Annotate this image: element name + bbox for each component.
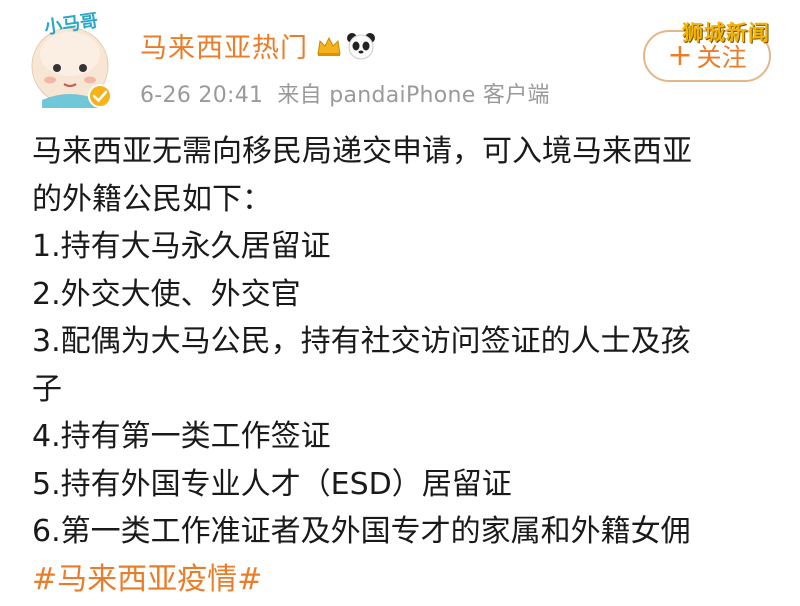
post-line: 马来西亚无需向移民局递交申请，可入境马来西亚 — [32, 134, 692, 169]
post-meta: 6-26 20:41 来自 pandaiPhone 客户端 — [140, 77, 550, 109]
hashtag-link[interactable]: #马来西亚疫情# — [32, 556, 782, 604]
post-line: 3.配偶为大马公民，持有社交访问签证的人士及孩 — [32, 324, 691, 359]
author-row: 马来西亚热门 — [140, 26, 376, 65]
post-source[interactable]: 来自 pandaiPhone 客户端 — [277, 83, 549, 108]
avatar[interactable]: 小马哥 — [26, 8, 118, 108]
post-content: 马来西亚无需向移民局递交申请，可入境马来西亚 的外籍公民如下： 1.持有大马永久… — [32, 128, 782, 603]
post-line: 5.持有外国专业人才（ESD）居留证 — [32, 466, 512, 502]
post-line: 6.第一类工作准证者及外国专才的家属和外籍女佣 — [32, 514, 691, 549]
post-timestamp: 6-26 20:41 — [140, 83, 264, 108]
post-line: 子 — [32, 371, 62, 407]
post-line: 1.持有大马永久居留证 — [32, 229, 331, 264]
post-line: 2.外交大使、外交官 — [32, 276, 301, 312]
panda-icon — [346, 32, 376, 60]
watermark: 狮城新闻 — [682, 21, 770, 45]
post-line: 4.持有第一类工作签证 — [32, 419, 331, 454]
crown-icon — [316, 34, 342, 58]
post-line: 的外籍公民如下： — [32, 181, 272, 217]
author-name[interactable]: 马来西亚热门 — [140, 26, 308, 65]
